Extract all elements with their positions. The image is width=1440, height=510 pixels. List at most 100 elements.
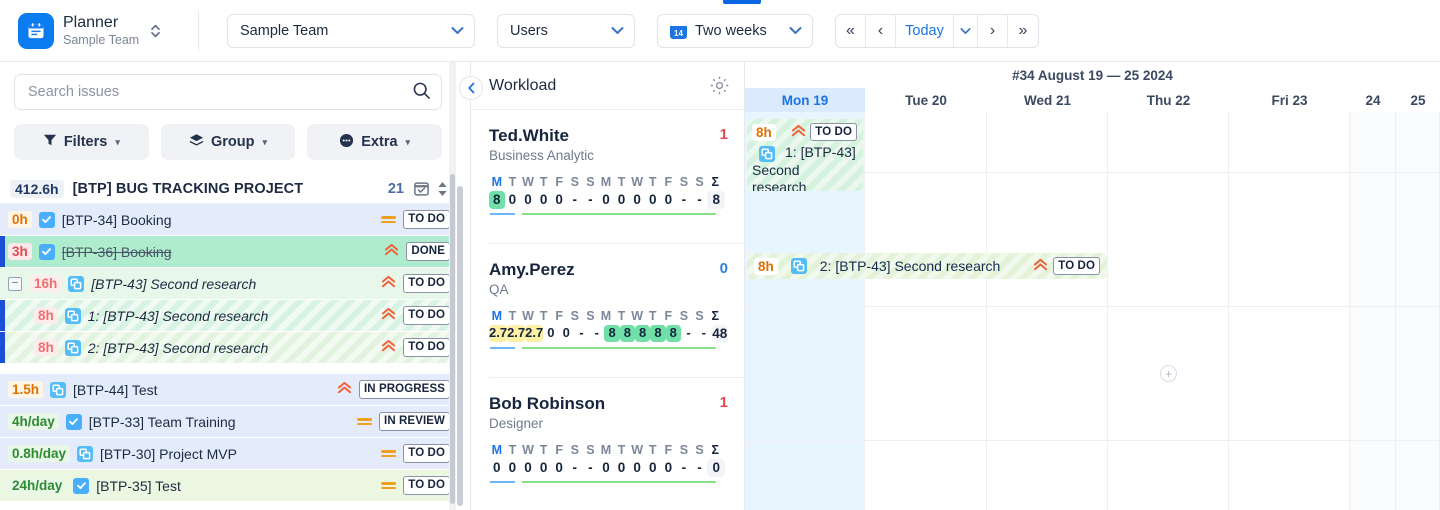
table-row[interactable]: 1.5h [BTP-44] Test IN PROGRESS <box>0 374 456 405</box>
table-row[interactable]: −16h [BTP-43] Second research TO DO <box>0 268 456 299</box>
workload-day-value: 0 <box>539 460 548 475</box>
person-name: Ted.White <box>489 126 569 145</box>
team-select[interactable]: Sample Team <box>227 13 475 48</box>
workload-sigma-header: Σ <box>711 309 720 323</box>
nav-first-button[interactable]: « <box>836 14 866 47</box>
nav-next-button[interactable]: › <box>978 14 1008 47</box>
status-badge[interactable]: TO DO <box>810 123 857 142</box>
search-input[interactable] <box>28 84 412 100</box>
table-row[interactable]: 24h/day [BTP-35] Test TO DO <box>0 470 456 501</box>
event-hours: 8h <box>754 257 778 275</box>
workload-day-letter: M <box>491 443 502 457</box>
workload-day-value: - <box>588 192 593 207</box>
workload-person[interactable]: Ted.White Business Analytic 1 M T W T F S S M T W T F S… <box>471 110 744 244</box>
workload-day-letter: T <box>617 309 626 323</box>
workload-day-value: - <box>594 325 599 341</box>
project-header-row[interactable]: 412.6h [BTP] BUG TRACKING PROJECT 21 <box>0 174 456 204</box>
calendar-day-header[interactable]: Thu 22 <box>1108 88 1229 112</box>
status-badge[interactable]: IN PROGRESS <box>359 380 450 399</box>
row-hours: 1.5h <box>8 381 44 398</box>
table-row[interactable]: 8h 1: [BTP-43] Second research TO DO <box>0 300 456 331</box>
workload-day-letter: T <box>539 175 548 189</box>
calendar-check-icon[interactable] <box>413 180 430 197</box>
status-badge[interactable]: IN REVIEW <box>379 412 450 431</box>
status-badge[interactable]: TO DO <box>403 476 450 495</box>
workload-day-value: - <box>579 325 584 341</box>
extra-button[interactable]: Extra ▾ <box>307 124 443 160</box>
workload-scrollbar-thumb[interactable] <box>457 186 463 506</box>
sort-toggle-icon[interactable] <box>437 181 448 197</box>
range-select[interactable]: 14 Two weeks <box>657 13 813 48</box>
table-row[interactable]: 0.8h/day [BTP-30] Project MVP TO DO <box>0 438 456 469</box>
row-accent-bar <box>0 300 5 331</box>
workload-person[interactable]: Bob Robinson Designer 1 M T W T F S S M T W T F S S Σ 0 0 0 0… <box>471 378 744 510</box>
workload-day-value: - <box>681 192 687 207</box>
workload-day-value: 0 <box>648 192 657 207</box>
chevron-down-icon: ▾ <box>262 136 268 147</box>
status-badge[interactable]: TO DO <box>403 274 450 293</box>
table-row[interactable]: 3h [BTP-36] Booking DONE <box>0 236 456 267</box>
status-badge[interactable]: DONE <box>406 242 450 261</box>
issues-scrollbar-thumb[interactable] <box>450 174 455 504</box>
status-badge[interactable]: TO DO <box>1053 256 1100 276</box>
workload-day-letter: W <box>631 309 644 323</box>
subtask-type-icon <box>790 258 807 274</box>
task-type-icon <box>65 413 82 430</box>
workload-day-letter: T <box>508 175 517 189</box>
nav-today-dropdown[interactable] <box>954 14 978 47</box>
status-badge[interactable]: TO DO <box>403 306 450 325</box>
status-badge[interactable]: TO DO <box>403 338 450 357</box>
workload-day-value: - <box>697 192 702 207</box>
calendar-grid[interactable]: 8h TO DO 1: [BTP-43] Second research 8h 2: [B… <box>745 112 1440 510</box>
search-icon[interactable] <box>412 81 431 103</box>
collapse-children-toggle[interactable]: − <box>8 276 22 291</box>
row-hours: 0.8h/day <box>8 445 71 462</box>
workload-day-value: 0 <box>617 460 626 475</box>
add-event-hint-icon[interactable]: + <box>1160 365 1177 382</box>
subtask-type-icon <box>68 275 85 292</box>
top-toolbar: Planner Sample Team Sample Team Users 14… <box>0 0 1440 62</box>
workload-day-letter: S <box>695 175 704 189</box>
calendar-event-card[interactable]: 8h TO DO 1: [BTP-43] Second research <box>747 119 863 191</box>
gear-icon[interactable] <box>709 75 730 96</box>
calendar-day-header[interactable]: 25 <box>1396 88 1440 112</box>
calendar-week-title: #34 August 19 — 25 2024 <box>1012 67 1173 83</box>
chevron-updown-icon[interactable] <box>150 23 161 39</box>
team-select-value: Sample Team <box>240 22 329 39</box>
nav-last-button[interactable]: » <box>1008 15 1038 47</box>
calendar-day-header[interactable]: Mon 19 <box>745 88 865 112</box>
calendar-day-header[interactable]: Wed 21 <box>987 88 1108 112</box>
users-select[interactable]: Users <box>497 13 635 48</box>
workload-day-letter: W <box>631 175 644 189</box>
table-row[interactable]: 0h [BTP-34] Booking TO DO <box>0 204 456 235</box>
filters-button[interactable]: Filters ▾ <box>14 124 149 160</box>
search-box[interactable] <box>14 74 442 110</box>
calendar-day-header[interactable]: 24 <box>1350 88 1396 112</box>
subtask-type-icon <box>50 381 67 398</box>
issues-panel: Filters ▾ Group ▾ Extra ▾ <box>0 62 456 510</box>
subtask-type-icon <box>759 146 775 163</box>
workload-day-value: - <box>681 460 687 475</box>
nav-today-button[interactable]: Today <box>896 14 954 47</box>
collapse-panel-button[interactable] <box>459 76 483 100</box>
nav-prev-button[interactable]: ‹ <box>866 14 896 47</box>
workload-day-values-row: 00000--00000--0 <box>489 459 728 477</box>
calendar-day-header[interactable]: Fri 23 <box>1229 88 1350 112</box>
project-issue-count: 21 <box>387 180 404 197</box>
workload-day-value: 0 <box>493 460 501 475</box>
workload-person[interactable]: Amy.Perez QA 0 M T W T F S S M T W T F S S Σ 2.7 2.7 2.7 0 0- -… <box>471 244 744 378</box>
workload-day-letter: S <box>679 309 689 323</box>
workload-day-letter: T <box>617 175 626 189</box>
status-badge[interactable]: TO DO <box>403 444 450 463</box>
brand-switcher[interactable]: Planner Sample Team <box>0 12 196 49</box>
table-row[interactable]: 4h/day [BTP-33] Team Training IN REVIEW <box>0 406 456 437</box>
workload-day-letter: S <box>586 443 595 457</box>
calendar-event-bar[interactable]: 8h 2: [BTP-43] Second research TO DO <box>747 253 1107 279</box>
table-row[interactable]: 8h 2: [BTP-43] Second research TO DO <box>0 332 456 363</box>
list-spacer <box>0 364 456 373</box>
group-button[interactable]: Group ▾ <box>160 124 296 160</box>
workload-day-value: 8 <box>489 191 505 209</box>
status-badge[interactable]: TO DO <box>403 210 450 229</box>
person-issue-count: 0 <box>719 260 728 277</box>
calendar-day-header[interactable]: Tue 20 <box>865 88 987 112</box>
